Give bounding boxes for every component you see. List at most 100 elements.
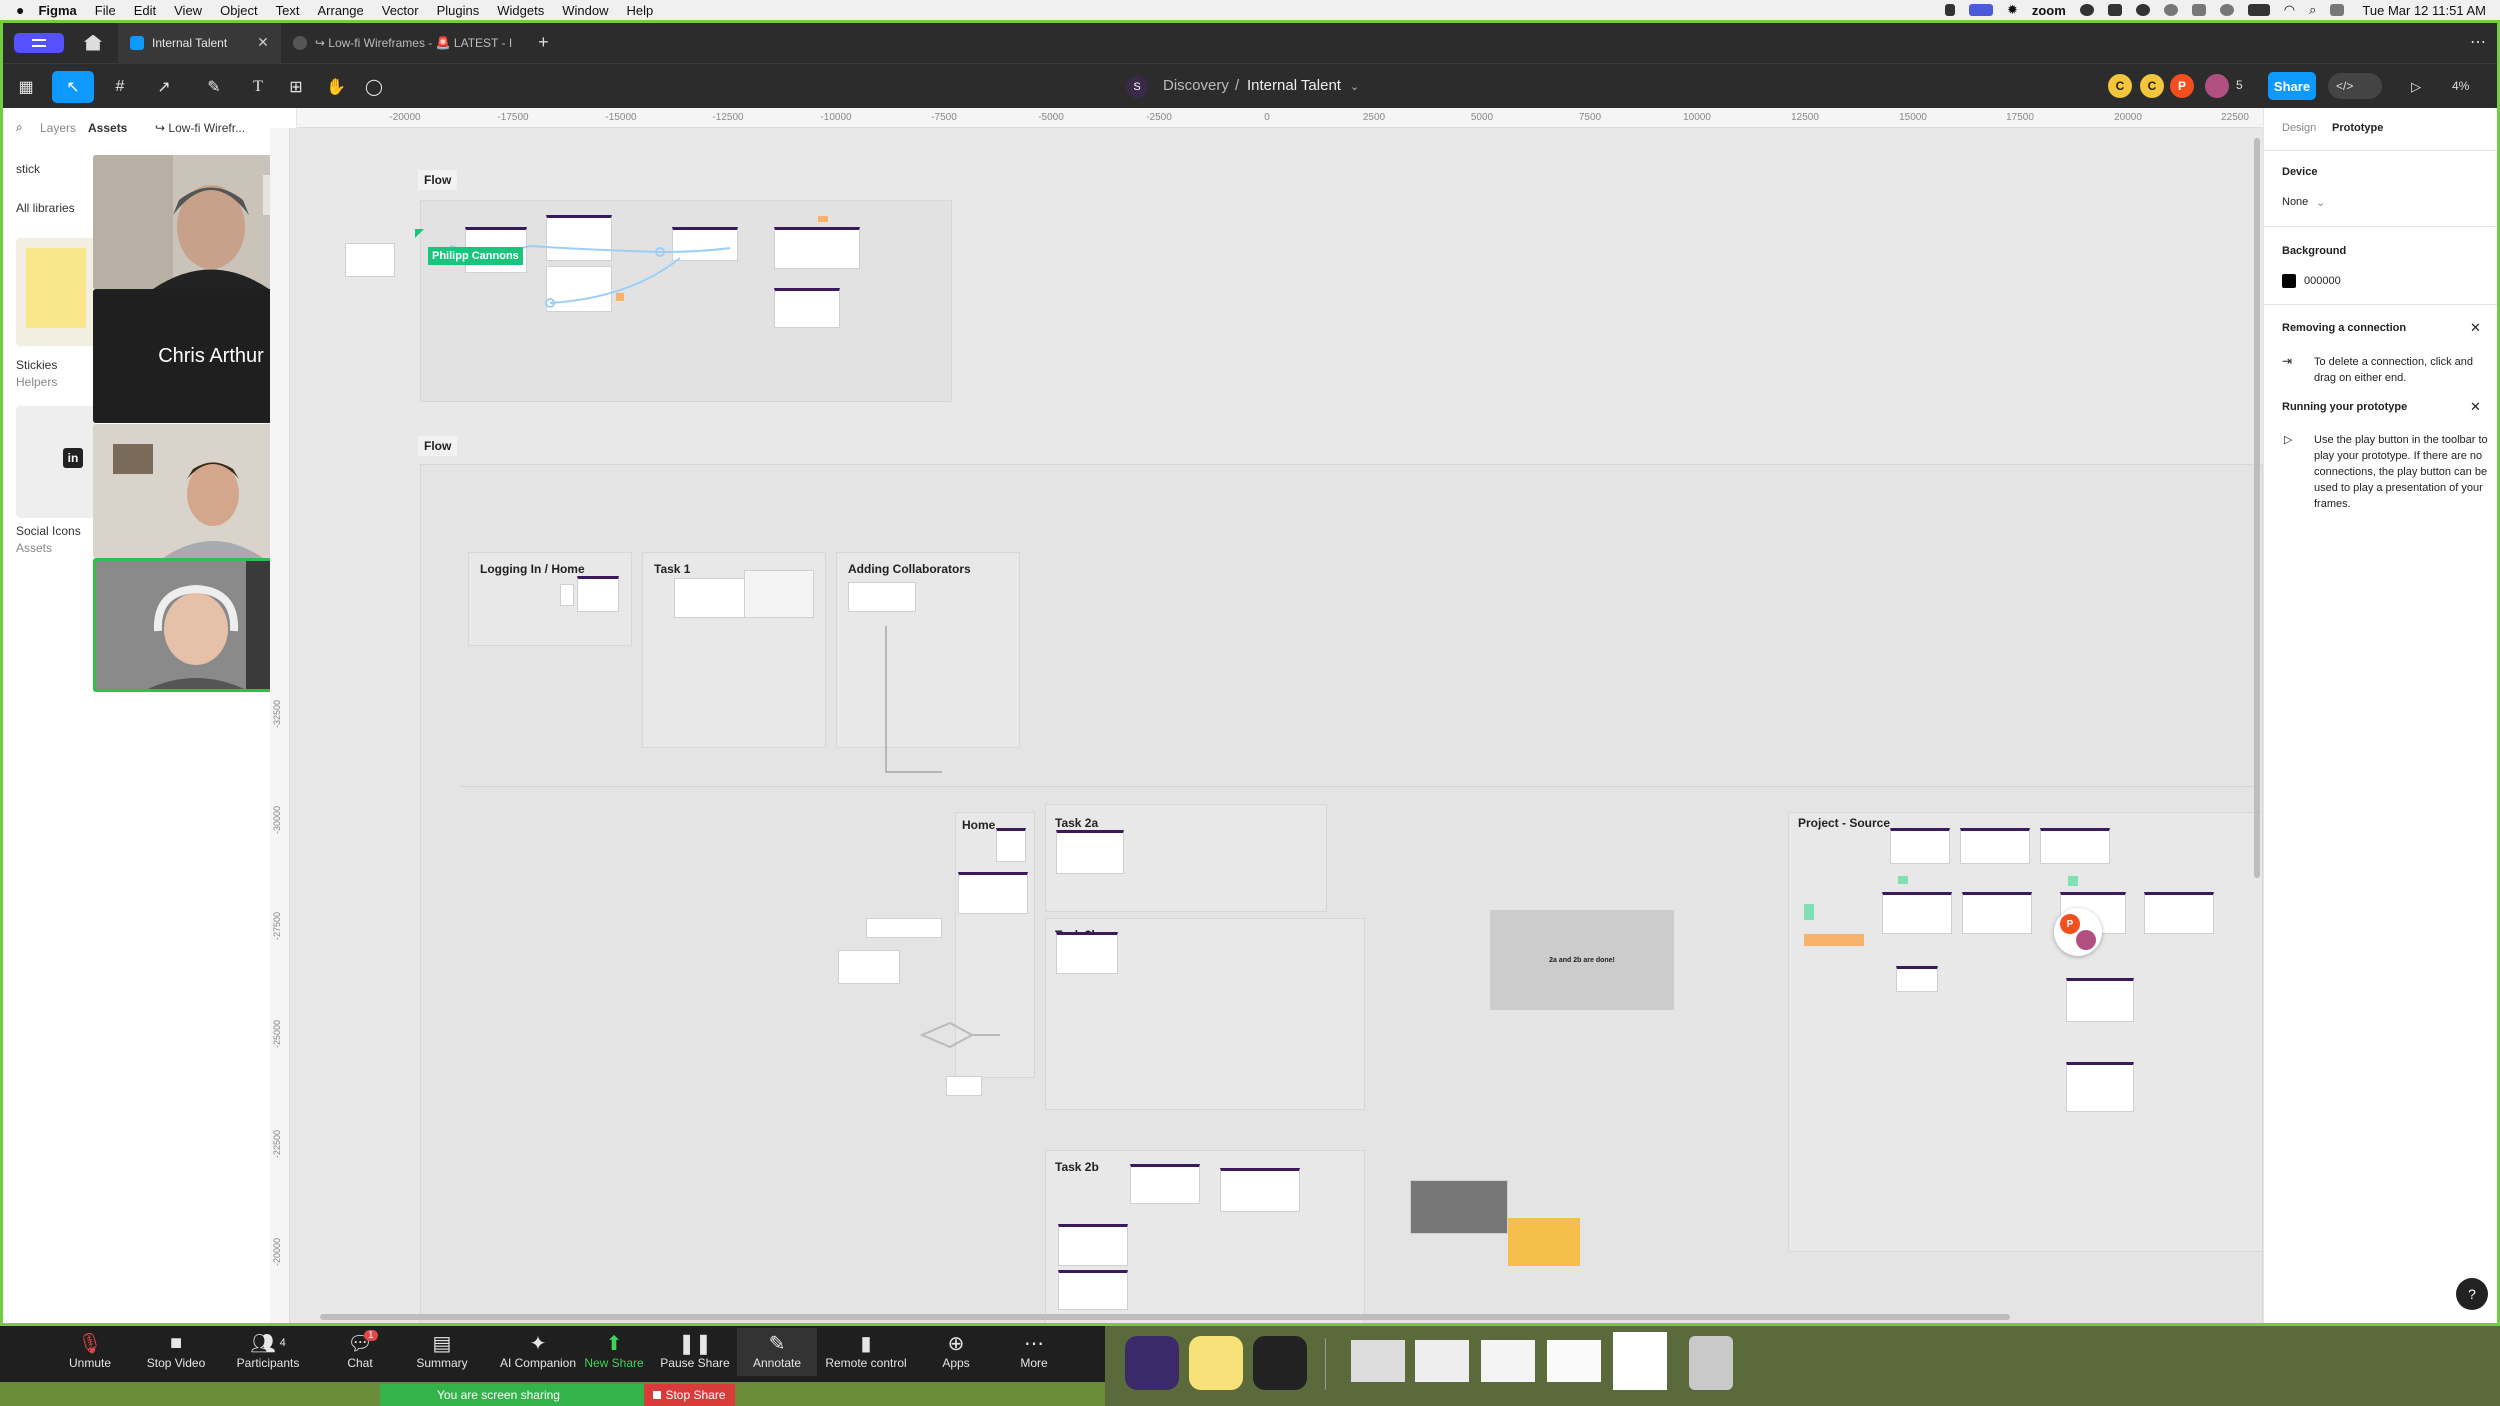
menu-help[interactable]: Help	[626, 3, 653, 18]
breadcrumb-project[interactable]: Discovery	[1163, 77, 1229, 94]
close-icon[interactable]: ✕	[257, 34, 269, 51]
callout-box[interactable]: 2a and 2b are done!	[1490, 910, 1674, 1010]
avatar[interactable]: C	[2140, 74, 2164, 98]
dock-window-thumbnail[interactable]	[1415, 1340, 1469, 1382]
menu-view[interactable]: View	[174, 3, 202, 18]
tab-library-file[interactable]: ↪ Low-fi Wirefr...	[155, 121, 245, 135]
grammarly-icon[interactable]	[2079, 4, 2094, 16]
team-avatar-icon[interactable]: S	[1126, 76, 1148, 98]
control-center-icon[interactable]	[2330, 4, 2345, 16]
spotlight-search-icon[interactable]: ⌕	[2309, 2, 2316, 18]
ai-companion-button[interactable]: ✦ AI Companion	[488, 1330, 588, 1371]
menu-object[interactable]: Object	[220, 3, 258, 18]
shape-tool-icon[interactable]: ↗	[148, 71, 180, 103]
frame-thumbnail[interactable]	[848, 582, 916, 612]
extension-icon[interactable]	[2191, 4, 2206, 16]
dev-mode-toggle[interactable]: </>	[2328, 73, 2382, 99]
library-item-name[interactable]: Social Icons	[16, 524, 81, 538]
subsection-label[interactable]: Project - Source	[1798, 816, 1890, 830]
obsidian-app-icon[interactable]	[1125, 1336, 1179, 1390]
frame-thumbnail[interactable]	[838, 950, 900, 984]
frame-thumbnail[interactable]	[1960, 828, 2030, 864]
subsection-project-source[interactable]	[1788, 812, 2263, 1252]
frame-thumbnail[interactable]	[996, 828, 1026, 862]
frame-thumbnail[interactable]	[1962, 892, 2032, 934]
frame-thumbnail[interactable]	[1058, 1270, 1128, 1310]
new-tab-plus-icon[interactable]: +	[538, 32, 549, 53]
frame-thumbnail[interactable]	[744, 570, 814, 618]
frame-thumbnail[interactable]	[946, 1076, 982, 1096]
frame-thumbnail[interactable]	[2066, 978, 2134, 1022]
menu-edit[interactable]: Edit	[134, 3, 156, 18]
sticky-note[interactable]	[818, 216, 828, 222]
participants-button[interactable]: 👥︎ 4 Participants	[228, 1330, 308, 1371]
menu-arrange[interactable]: Arrange	[318, 3, 364, 18]
frame-thumbnail[interactable]	[577, 576, 619, 612]
search-input[interactable]: stick	[16, 162, 40, 176]
background-swatch[interactable]	[2282, 274, 2296, 288]
screen-share-status-icon[interactable]	[1968, 4, 1993, 16]
text-tool-icon[interactable]: T	[242, 71, 274, 103]
frame-thumbnail[interactable]	[1410, 1180, 1508, 1234]
subsection-label[interactable]: Task 1	[654, 562, 690, 576]
menu-vector[interactable]: Vector	[382, 3, 419, 18]
frame-tool-icon[interactable]: #	[104, 71, 136, 103]
breadcrumb-file[interactable]: Internal Talent	[1247, 77, 1341, 94]
new-share-button[interactable]: ⬆ New Share	[574, 1330, 654, 1371]
social-icons-thumbnail[interactable]: in	[16, 406, 96, 518]
tab-prototype[interactable]: Prototype	[2332, 122, 2383, 134]
clock-icon[interactable]	[2163, 4, 2178, 16]
sticky-note-cluster[interactable]	[1804, 934, 1864, 946]
tab-layers[interactable]: Layers	[40, 121, 76, 135]
figma-app-icon[interactable]	[1253, 1336, 1307, 1390]
annotate-button[interactable]: ✎ Annotate	[737, 1328, 817, 1376]
frame-thumbnail[interactable]	[1896, 966, 1938, 992]
notes-app-icon[interactable]	[1189, 1336, 1243, 1390]
chevron-down-icon[interactable]: ⌄	[1350, 80, 1359, 93]
resources-tool-icon[interactable]: ⊞	[280, 71, 312, 103]
menu-plugins[interactable]: Plugins	[437, 3, 480, 18]
collaborator-avatar-cluster[interactable]: P	[2054, 908, 2102, 956]
subsection-label[interactable]: Adding Collaborators	[848, 562, 971, 576]
avatar[interactable]: C	[2108, 74, 2132, 98]
library-filter[interactable]: All libraries	[16, 201, 75, 215]
remote-control-button[interactable]: ▮ Remote control	[816, 1330, 916, 1371]
sticky-note[interactable]	[1898, 876, 1908, 884]
apps-button[interactable]: ⊕ Apps	[916, 1330, 996, 1371]
dock-window-thumbnail[interactable]	[1481, 1340, 1535, 1382]
play-icon[interactable]: ▷	[2400, 71, 2432, 103]
home-icon[interactable]	[84, 34, 102, 51]
stickies-thumbnail[interactable]	[16, 238, 96, 346]
share-button[interactable]: Share	[2268, 72, 2316, 100]
viewer-count[interactable]: 5	[2236, 78, 2243, 92]
sticky-note-cluster[interactable]	[1508, 1218, 1580, 1266]
hand-tool-icon[interactable]: ✋	[320, 71, 352, 103]
frame-thumbnail[interactable]	[345, 243, 395, 277]
background-value[interactable]: 000000	[2304, 275, 2341, 287]
stop-share-button[interactable]: Stop Share	[644, 1384, 735, 1406]
subsection-label[interactable]: Task 2a	[1055, 816, 1098, 830]
help-button[interactable]: ?	[2456, 1278, 2488, 1310]
sticky-note[interactable]	[1804, 904, 1814, 920]
user-status-icon[interactable]	[2219, 4, 2234, 16]
frame-thumbnail[interactable]	[1882, 892, 1952, 934]
horizontal-scrollbar[interactable]	[320, 1314, 2010, 1320]
frame-thumbnail[interactable]	[866, 918, 942, 938]
avatar[interactable]: P	[2170, 74, 2194, 98]
pen-tool-icon[interactable]: ✎	[198, 71, 230, 103]
subsection-label[interactable]: Home	[962, 818, 995, 832]
subsection-label[interactable]: Logging In / Home	[480, 562, 585, 576]
frame-thumbnail[interactable]	[1890, 828, 1950, 864]
figma-canvas[interactable]: Flow Philipp Cannons Flow Logging In / H…	[290, 128, 2263, 1326]
pause-share-button[interactable]: ❚❚ Pause Share	[655, 1330, 735, 1371]
close-icon[interactable]: ✕	[2470, 399, 2481, 415]
trash-icon[interactable]	[1689, 1336, 1733, 1390]
move-tool-icon[interactable]: ↖	[52, 71, 94, 103]
frame-thumbnail[interactable]	[1220, 1168, 1300, 1212]
subsection-label[interactable]: Task 2b	[1055, 1160, 1099, 1174]
unmute-button[interactable]: 🎙︎ Unmute	[50, 1330, 130, 1371]
chat-button[interactable]: 💬︎ 1 Chat	[320, 1330, 400, 1370]
section-label[interactable]: Flow	[418, 436, 458, 456]
battery-icon[interactable]	[2247, 4, 2270, 16]
search-icon[interactable]: ⌕	[16, 120, 23, 135]
